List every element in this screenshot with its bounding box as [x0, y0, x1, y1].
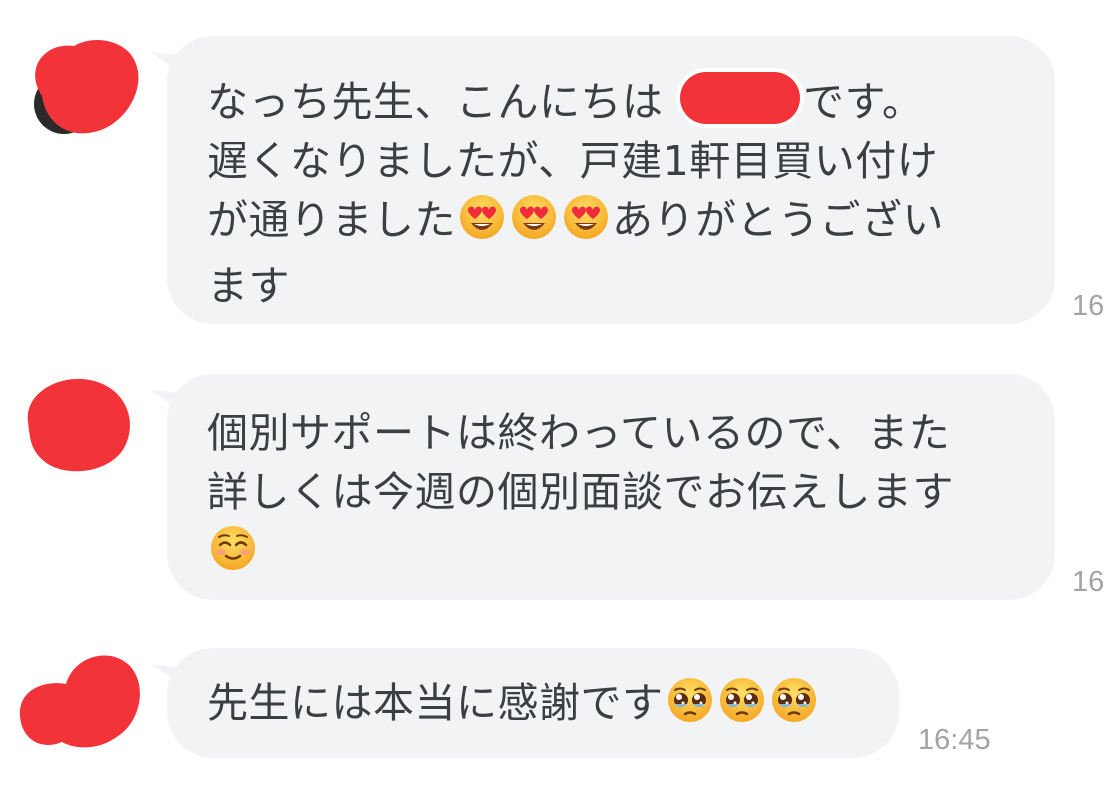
message-text: が通りました [207, 196, 456, 244]
message-text: なっち先生、こんにちは [207, 78, 678, 126]
message-timestamp: 16 [1072, 566, 1105, 598]
pleading-face-icon [770, 676, 818, 740]
pleading-face-icon [718, 676, 766, 740]
sender-avatar-redacted[interactable] [24, 34, 144, 144]
message-line: ます [207, 257, 1025, 316]
heart-eyes-face-icon [562, 193, 610, 257]
sender-avatar-redacted[interactable] [18, 372, 138, 482]
message-line: が通りました ありがとうござい [207, 191, 1025, 257]
message-line: 先生には本当に感謝です [207, 674, 869, 740]
message-line: 遅くなりましたが、戸建1軒目買い付け [207, 132, 1025, 191]
chat-message-list: なっち先生、こんにちは です。 遅くなりましたが、戸建1軒目買い付け が通りまし… [0, 0, 1109, 802]
heart-eyes-face-icon [510, 193, 558, 257]
message-line [207, 522, 1025, 588]
sender-avatar-redacted[interactable] [14, 646, 142, 756]
message-text: 個別サポートは終わっているので、また [207, 409, 951, 457]
message-text: ありがとうござい [612, 196, 944, 244]
redaction-mark [680, 72, 801, 124]
message-line: なっち先生、こんにちは です。 [207, 72, 1025, 132]
heart-eyes-face-icon [458, 193, 506, 257]
message-timestamp: 16:45 [918, 724, 991, 756]
message-line: 詳しくは今週の個別面談でお伝えします [207, 463, 1025, 522]
message-bubble[interactable]: なっち先生、こんにちは です。 遅くなりましたが、戸建1軒目買い付け が通りまし… [167, 36, 1055, 324]
message-text: ます [207, 262, 290, 310]
message-bubble[interactable]: 個別サポートは終わっているので、また 詳しくは今週の個別面談でお伝えします [167, 374, 1055, 600]
message-text: 遅くなりましたが、戸建1軒目買い付け [207, 137, 939, 185]
message-timestamp: 16 [1072, 290, 1105, 322]
pleading-face-icon [666, 676, 714, 740]
message-bubble[interactable]: 先生には本当に感謝です [167, 648, 899, 758]
message-text: 先生には本当に感謝です [207, 679, 664, 727]
message-text: 詳しくは今週の個別面談でお伝えします [207, 468, 954, 516]
message-line: 個別サポートは終わっているので、また [207, 404, 1025, 463]
smiling-blush-face-icon [209, 524, 257, 588]
message-text: です。 [803, 78, 924, 126]
